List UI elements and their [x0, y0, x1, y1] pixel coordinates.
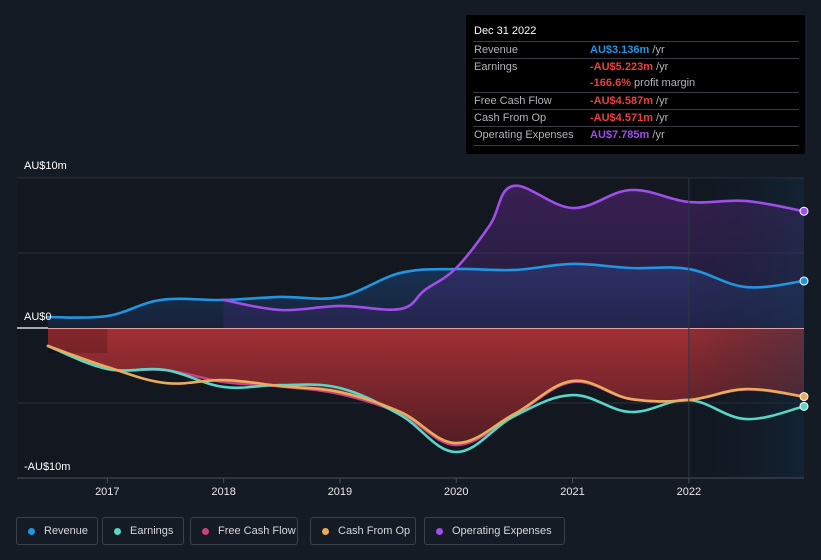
x-axis: 2017 2018 2019 2020 2021 2022	[17, 477, 804, 498]
legend-item-revenue[interactable]: Revenue	[16, 517, 98, 545]
tooltip-row-label: Free Cash Flow	[474, 95, 552, 107]
legend-label: Revenue	[44, 525, 89, 537]
legend-dot-icon	[114, 527, 121, 535]
x-tick-label: 2019	[328, 486, 352, 498]
tooltip-row: Operating Expenses AU$7.785m /yr	[473, 126, 799, 144]
tooltip-divider	[473, 145, 799, 146]
tooltip-row-value: AU$7.785m /yr	[590, 129, 665, 141]
x-tick-label: 2018	[211, 486, 235, 498]
y-tick-label: -AU$10m	[24, 461, 70, 473]
legend-dot-icon	[322, 527, 329, 535]
earnings-endpoint[interactable]	[799, 401, 809, 411]
x-tick-label: 2017	[95, 486, 119, 498]
x-tick-label: 2021	[560, 486, 584, 498]
x-tick-label: 2020	[444, 486, 468, 498]
legend-item-free-cash-flow[interactable]: Free Cash Flow	[190, 517, 298, 545]
y-tick-label: AU$10m	[24, 160, 67, 172]
legend-label: Cash From Op	[338, 525, 411, 537]
tooltip-row-value: -166.6% profit margin	[590, 77, 696, 89]
revenue-endpoint[interactable]	[799, 276, 809, 286]
tooltip-date: Dec 31 2022	[474, 25, 537, 37]
tooltip-row-value: AU$3.136m /yr	[590, 44, 665, 56]
tooltip-row: -166.6% profit margin	[473, 75, 799, 92]
legend-label: Earnings	[130, 525, 174, 537]
tooltip-row-label: Operating Expenses	[474, 129, 574, 141]
legend-item-earnings[interactable]: Earnings	[102, 517, 184, 545]
cash-from-op-endpoint[interactable]	[799, 392, 809, 402]
tooltip-row: Revenue AU$3.136m /yr	[473, 41, 799, 59]
tooltip-row-label: Revenue	[474, 44, 519, 56]
legend-label: Free Cash Flow	[218, 525, 296, 537]
tooltip-row-value: -AU$4.587m /yr	[590, 95, 669, 107]
legend-dot-icon	[436, 527, 443, 535]
tooltip-row: Cash From Op -AU$4.571m /yr	[473, 109, 799, 127]
tooltip-row-label: Earnings	[474, 61, 518, 73]
x-tick-label: 2022	[677, 486, 701, 498]
legend-item-cash-from-op[interactable]: Cash From Op	[310, 517, 416, 545]
tooltip-row: Earnings -AU$5.223m /yr	[473, 58, 799, 76]
tooltip-panel: Dec 31 2022 Revenue AU$3.136m /yr Earnings…	[466, 15, 805, 154]
tooltip-row: Free Cash Flow -AU$4.587m /yr	[473, 92, 799, 110]
legend-dot-icon	[28, 527, 35, 535]
tooltip-row-value: -AU$4.571m /yr	[590, 112, 669, 124]
legend-item-operating-expenses[interactable]: Operating Expenses	[424, 517, 565, 545]
tooltip-row-value: -AU$5.223m /yr	[590, 61, 669, 73]
legend-label: Operating Expenses	[452, 525, 552, 537]
operating-expenses-endpoint[interactable]	[799, 206, 809, 216]
y-tick-label: AU$0	[24, 311, 52, 323]
legend-dot-icon	[202, 527, 209, 535]
tooltip-row-label: Cash From Op	[474, 112, 547, 124]
